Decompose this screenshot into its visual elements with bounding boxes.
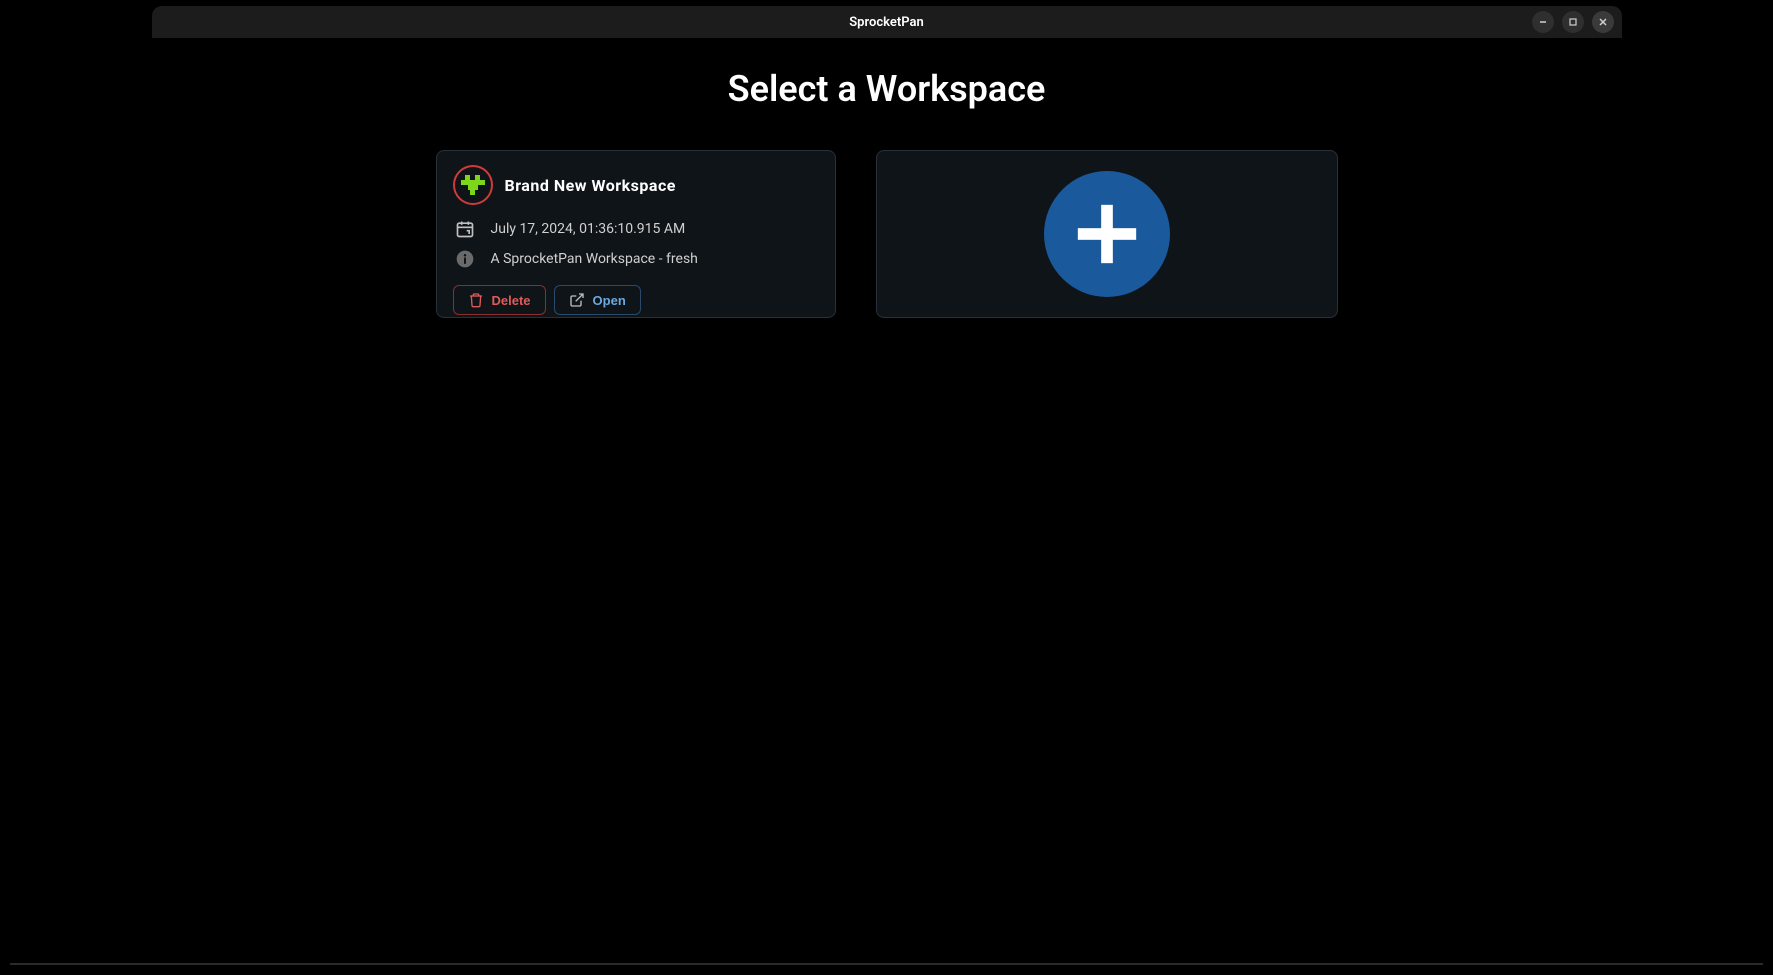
create-workspace-card[interactable] [876,150,1338,318]
calendar-icon [455,219,475,239]
plus-icon [1072,199,1142,269]
page-heading: Select a Workspace [152,68,1622,110]
close-icon [1598,17,1608,27]
titlebar: SprocketPan [152,6,1622,38]
delete-button-label: Delete [492,293,531,308]
workspace-modified-row: July 17, 2024, 01:36:10.915 AM [453,219,819,239]
window-title: SprocketPan [849,15,924,30]
workspace-actions: Delete Open [453,285,819,315]
workspace-description-row: A SprocketPan Workspace - fresh [453,249,819,269]
open-button[interactable]: Open [554,285,641,315]
maximize-button[interactable] [1562,11,1584,33]
workspace-avatar [453,165,493,205]
info-icon [455,249,475,269]
open-external-icon [569,292,585,308]
workspace-card-header: Brand New Workspace [453,165,819,205]
plus-circle [1044,171,1170,297]
workspace-avatar-icon [461,173,485,197]
open-button-label: Open [593,293,626,308]
close-button[interactable] [1592,11,1614,33]
minimize-icon [1538,17,1548,27]
window-controls [1532,11,1614,33]
workspace-card: Brand New Workspace July 17, 2024, 01:36… [436,150,836,318]
trash-icon [468,292,484,308]
content-area: Select a Workspace [152,38,1622,798]
bottom-divider [10,963,1763,965]
minimize-button[interactable] [1532,11,1554,33]
workspace-name: Brand New Workspace [505,176,676,195]
delete-button[interactable]: Delete [453,285,546,315]
workspace-description: A SprocketPan Workspace - fresh [491,251,698,267]
workspace-modified: July 17, 2024, 01:36:10.915 AM [491,221,686,237]
window-frame: SprocketPan Select a Workspace [152,6,1622,798]
maximize-icon [1568,17,1578,27]
workspace-grid: Brand New Workspace July 17, 2024, 01:36… [152,150,1622,318]
